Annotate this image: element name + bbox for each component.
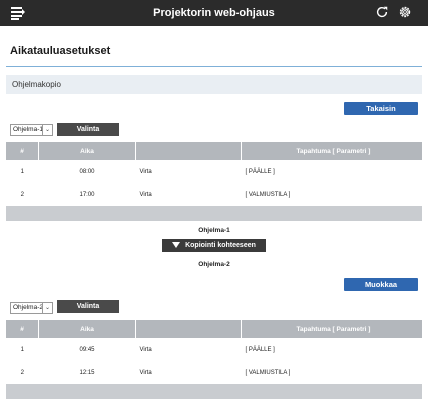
row-event-name: Virta <box>139 346 152 353</box>
gear-icon[interactable] <box>398 5 412 19</box>
copy-button-label: Kopiointi kohteeseen <box>185 242 256 249</box>
col-header-event: Tapahtuma [ Parametri ] <box>241 142 422 160</box>
col-header-number: # <box>6 320 39 338</box>
table-footer <box>6 384 422 399</box>
schedule-table-bottom: # Aika Tapahtuma [ Parametri ] 1 09:45 V… <box>6 320 422 399</box>
app-title: Projektorin web-ohjaus <box>153 7 275 19</box>
table-row[interactable]: 2 12:15 Virta [ VALMIUSTILA ] <box>6 361 422 384</box>
title-divider <box>6 66 422 67</box>
row-number: 1 <box>20 346 24 353</box>
col-header-time: Aika <box>38 320 136 338</box>
refresh-icon[interactable] <box>375 5 389 19</box>
program-select-value: Ohjelma-1 <box>13 126 43 133</box>
table-row[interactable]: 2 17:00 Virta [ VALMIUSTILA ] <box>6 183 422 206</box>
table-row[interactable]: 1 08:00 Virta [ PÄÄLLE ] <box>6 160 422 183</box>
page-title: Aikatauluasetukset <box>10 45 111 57</box>
chevron-down-icon: ⌄ <box>42 303 52 313</box>
row-parameter: [ PÄÄLLE ] <box>245 168 275 175</box>
row-event-name: Virta <box>139 369 152 376</box>
table-row[interactable]: 1 09:45 Virta [ PÄÄLLE ] <box>6 338 422 361</box>
col-header-event: Tapahtuma [ Parametri ] <box>241 320 422 338</box>
row-number: 2 <box>20 191 24 198</box>
row-parameter: [ PÄÄLLE ] <box>245 346 275 353</box>
row-parameter: [ VALMIUSTILA ] <box>245 369 291 376</box>
col-header-blank <box>135 142 242 160</box>
copy-target-label: Ohjelma-2 <box>198 261 230 268</box>
copy-source-label: Ohjelma-1 <box>198 227 230 234</box>
copy-to-button[interactable]: Kopiointi kohteeseen <box>162 239 266 252</box>
schedule-table-top: # Aika Tapahtuma [ Parametri ] 1 08:00 V… <box>6 142 422 221</box>
program-select-top[interactable]: Ohjelma-1 ⌄ <box>10 124 53 136</box>
col-header-time: Aika <box>38 142 136 160</box>
chevron-down-icon: ⌄ <box>42 125 52 135</box>
row-time: 17:00 <box>79 191 95 198</box>
table-footer <box>6 206 422 221</box>
select-button-bottom[interactable]: Valinta <box>57 300 119 313</box>
col-header-number: # <box>6 142 39 160</box>
row-time: 09:45 <box>79 346 95 353</box>
select-button-top[interactable]: Valinta <box>57 123 119 136</box>
back-button[interactable]: Takaisin <box>344 102 418 115</box>
program-select-value: Ohjelma-2 <box>13 304 43 311</box>
section-bar: Ohjelmakopio <box>6 75 422 94</box>
edit-button[interactable]: Muokkaa <box>344 278 418 291</box>
col-header-blank <box>135 320 242 338</box>
row-parameter: [ VALMIUSTILA ] <box>245 191 291 198</box>
row-event-name: Virta <box>139 191 152 198</box>
row-number: 1 <box>20 168 24 175</box>
row-time: 12:15 <box>79 369 95 376</box>
row-number: 2 <box>20 369 24 376</box>
program-select-bottom[interactable]: Ohjelma-2 ⌄ <box>10 302 53 314</box>
top-bar: Projektorin web-ohjaus <box>0 0 428 26</box>
section-label: Ohjelmakopio <box>12 80 61 89</box>
row-event-name: Virta <box>139 168 152 175</box>
triangle-down-icon <box>172 242 181 249</box>
row-time: 08:00 <box>79 168 95 175</box>
